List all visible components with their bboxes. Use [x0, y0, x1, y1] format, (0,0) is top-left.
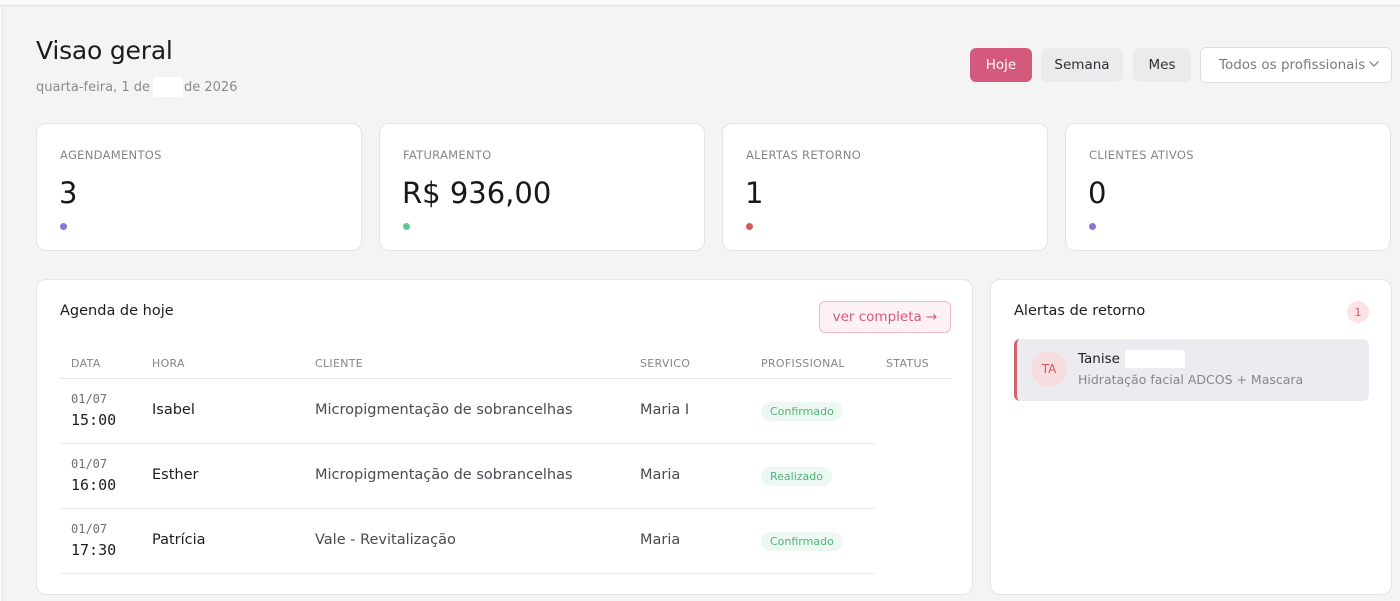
row-date: 01/07: [71, 522, 108, 536]
row-professional: Maria I: [640, 402, 690, 418]
agenda-title: Agenda de hoje: [60, 303, 174, 319]
row-professional: Maria: [640, 467, 681, 483]
redacted-surname: [1124, 350, 1185, 368]
stat-card-alertas-retorno: ALERTAS RETORNO 1: [722, 123, 1048, 251]
status-badge: Realizado: [761, 467, 832, 486]
row-service: Micropigmentação de sobrancelhas: [315, 402, 573, 418]
stat-label: AGENDAMENTOS: [60, 148, 162, 162]
stat-value: 1: [745, 176, 764, 210]
row-service: Micropigmentação de sobrancelhas: [315, 467, 573, 483]
period-week-button[interactable]: Semana: [1041, 48, 1123, 82]
stat-card-agendamentos: AGENDAMENTOS 3: [36, 123, 362, 251]
column-header-hora[interactable]: HORA: [152, 357, 185, 370]
row-time: 17:30: [71, 541, 117, 559]
alerts-card: Alertas de retorno 1 TA Tanise Hidrataçã…: [990, 279, 1392, 595]
row-client: Patrícia: [152, 532, 206, 548]
avatar: TA: [1031, 351, 1067, 387]
row-date: 01/07: [71, 392, 108, 406]
page-title: Visao geral: [36, 36, 173, 65]
alert-client-first-name: Tanise: [1078, 351, 1120, 367]
chevron-down-icon: [1369, 61, 1379, 67]
column-header-servico[interactable]: SERVICO: [640, 357, 690, 370]
column-header-profissional[interactable]: PROFISSIONAL: [761, 357, 845, 370]
professional-select[interactable]: Todos os profissionais: [1200, 47, 1392, 83]
stat-dot: [1089, 223, 1096, 230]
stat-value: 3: [59, 176, 78, 210]
row-professional: Maria: [640, 532, 681, 548]
agenda-card: Agenda de hoje ver completa → DATA HORA …: [36, 279, 973, 595]
stat-value: R$ 936,00: [402, 176, 552, 210]
date-prefix: quarta-feira, 1 de: [36, 79, 150, 95]
view-full-agenda-button[interactable]: ver completa →: [819, 301, 951, 333]
stat-label: FATURAMENTO: [403, 148, 492, 162]
redacted-month: [152, 77, 183, 97]
alert-client-name: Tanise: [1078, 350, 1185, 368]
column-header-data[interactable]: DATA: [71, 357, 101, 370]
table-row[interactable]: 01/07 16:00 Esther Micropigmentação de s…: [60, 444, 875, 509]
table-row[interactable]: 01/07 15:00 Isabel Micropigmentação de s…: [60, 379, 875, 444]
stat-dot: [746, 223, 753, 230]
status-badge: Confirmado: [761, 402, 843, 421]
row-client: Isabel: [152, 402, 195, 418]
top-bar: [0, 0, 1400, 6]
period-month-button[interactable]: Mes: [1133, 48, 1191, 82]
stat-dot: [403, 223, 410, 230]
stat-card-faturamento: FATURAMENTO R$ 936,00: [379, 123, 705, 251]
page-date: quarta-feira, 1 de de 2026: [36, 77, 237, 97]
stat-card-clientes-ativos: CLIENTES ATIVOS 0: [1065, 123, 1391, 251]
stat-label: ALERTAS RETORNO: [746, 148, 862, 162]
row-client: Esther: [152, 467, 199, 483]
row-date: 01/07: [71, 457, 108, 471]
period-today-button[interactable]: Hoje: [970, 48, 1032, 82]
date-suffix: de 2026: [183, 79, 238, 95]
status-badge: Confirmado: [761, 532, 843, 551]
sidebar-edge: [0, 6, 3, 601]
column-header-status[interactable]: STATUS: [886, 357, 929, 370]
stat-dot: [60, 223, 67, 230]
column-header-cliente[interactable]: CLIENTE: [315, 357, 363, 370]
alerts-title: Alertas de retorno: [1014, 303, 1146, 319]
stat-label: CLIENTES ATIVOS: [1089, 148, 1194, 162]
stat-value: 0: [1088, 176, 1107, 210]
professional-select-value: Todos os profissionais: [1219, 57, 1366, 73]
alert-item[interactable]: TA Tanise Hidratação facial ADCOS + Masc…: [1014, 339, 1369, 401]
alert-service: Hidratação facial ADCOS + Mascara: [1078, 372, 1304, 387]
table-row[interactable]: 01/07 17:30 Patrícia Vale - Revitalizaçã…: [60, 509, 875, 574]
alert-count-badge: 1: [1347, 301, 1369, 323]
row-time: 16:00: [71, 476, 117, 494]
row-service: Vale - Revitalização: [315, 532, 456, 548]
row-time: 15:00: [71, 411, 117, 429]
